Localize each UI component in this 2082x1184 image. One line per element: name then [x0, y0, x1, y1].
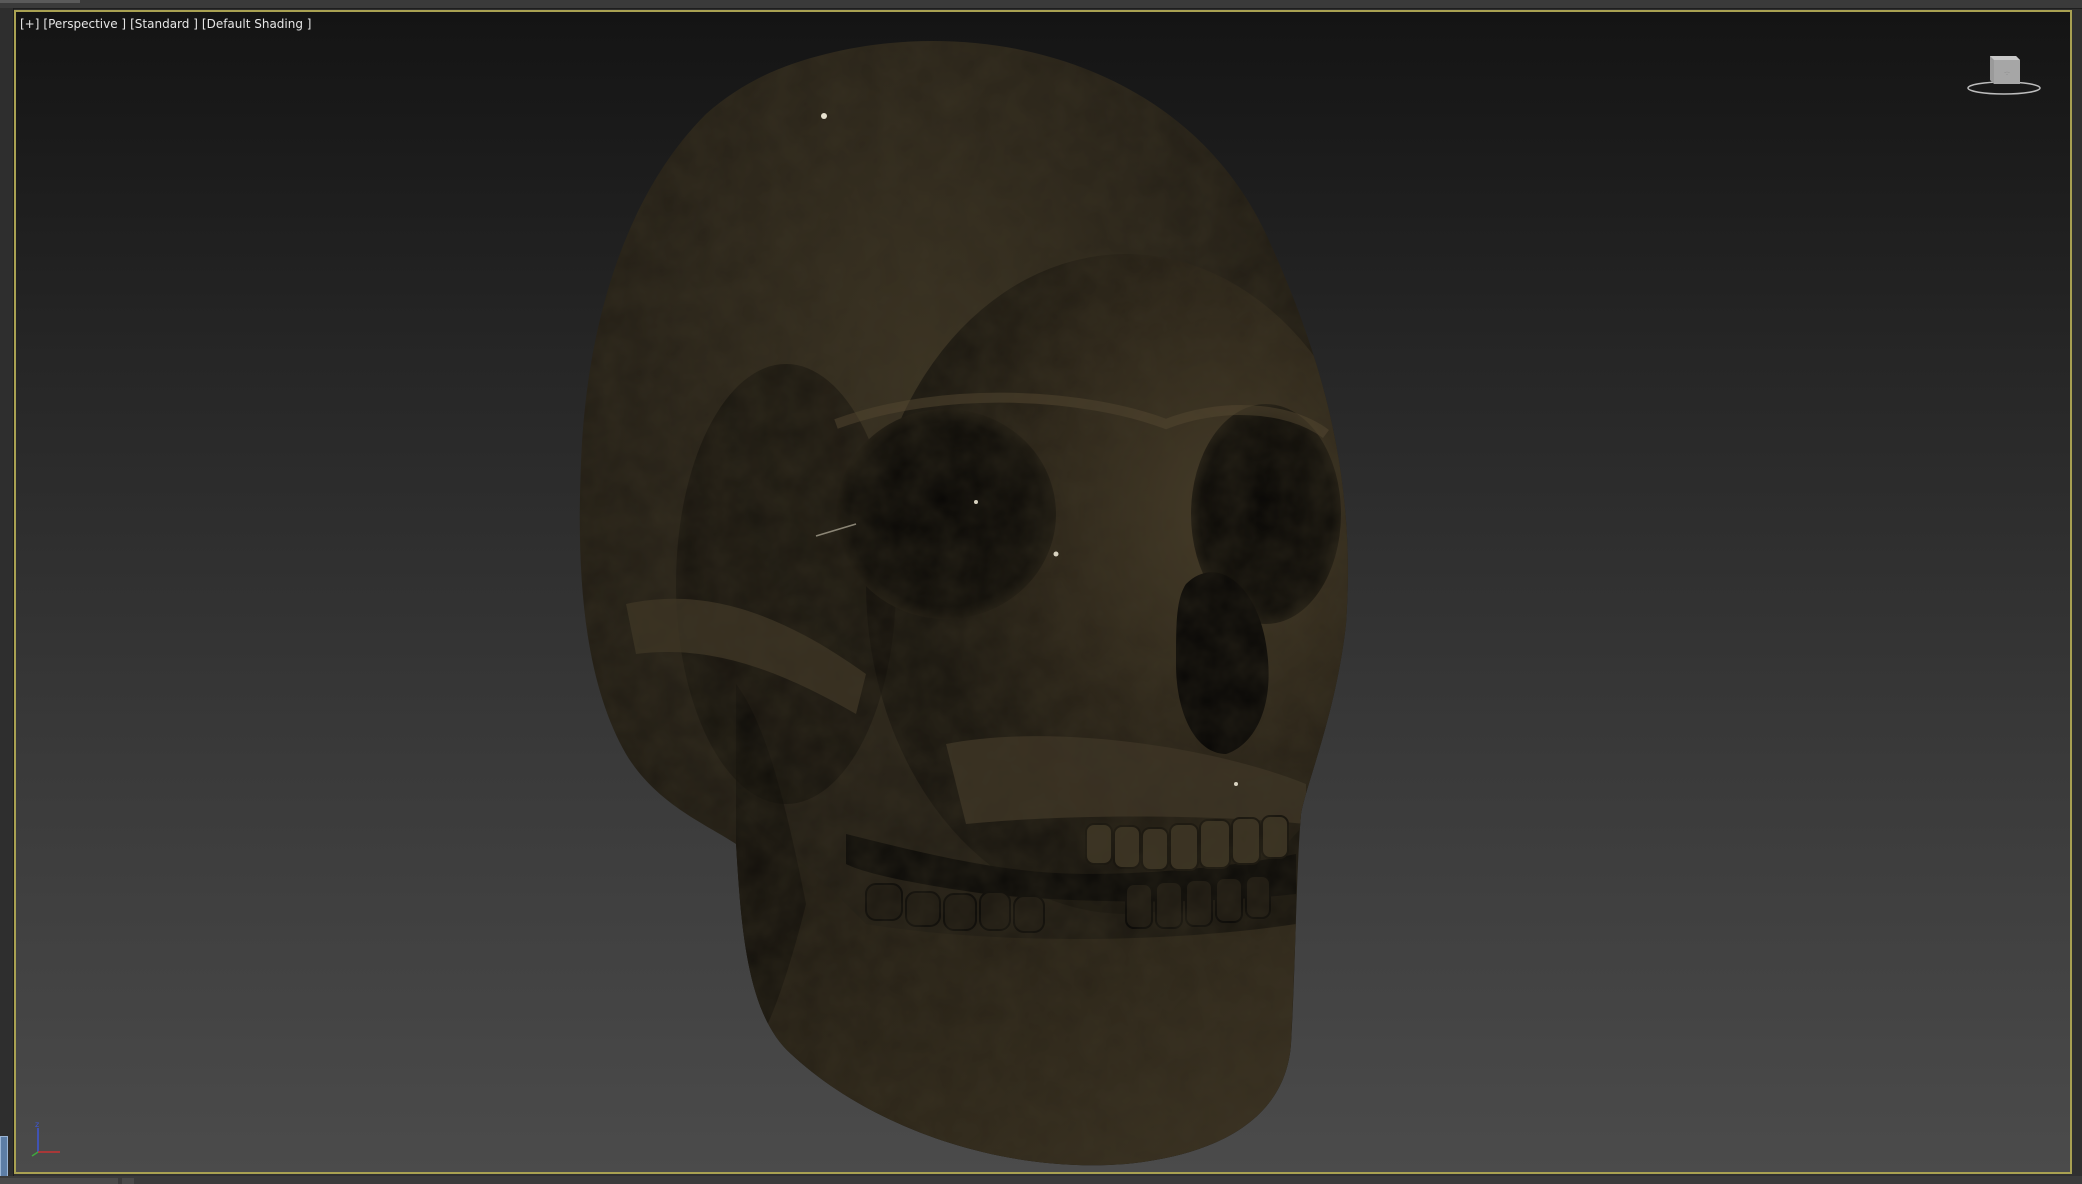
viewport-shading-menu[interactable]: [Default Shading ] — [202, 17, 312, 31]
xyz-axis-gizmo-icon: z — [31, 1120, 60, 1157]
viewport-label-menu: [+] [Perspective ] [Standard ] [Default Sha… — [20, 17, 315, 31]
top-strip-tab[interactable] — [0, 0, 80, 3]
timeline-slider[interactable] — [0, 1178, 118, 1184]
left-panel-strip — [0, 8, 14, 1180]
viewport-layout-selector[interactable] — [0, 1136, 8, 1180]
top-toolbar-strip — [0, 0, 2082, 9]
bottom-timeline-strip — [0, 1176, 2082, 1184]
3d-editor-window: [+] [Perspective ] [Standard ] [Default Sha… — [0, 0, 2082, 1184]
viewport-camera-menu[interactable]: [Standard ] — [130, 17, 198, 31]
axis-z-label: z — [35, 1120, 39, 1129]
view-cube-icon[interactable]: ·:· — [1964, 46, 2044, 100]
svg-text:·:·: ·:· — [2004, 70, 2010, 77]
viewport-point-of-view-menu[interactable]: [Perspective ] — [43, 17, 126, 31]
skull-model-icon[interactable] — [566, 24, 1366, 1174]
perspective-viewport[interactable]: [+] [Perspective ] [Standard ] [Default Sha… — [14, 10, 2072, 1174]
viewport-general-menu[interactable]: [+] — [20, 17, 39, 31]
timeline-next-button[interactable] — [122, 1178, 134, 1184]
